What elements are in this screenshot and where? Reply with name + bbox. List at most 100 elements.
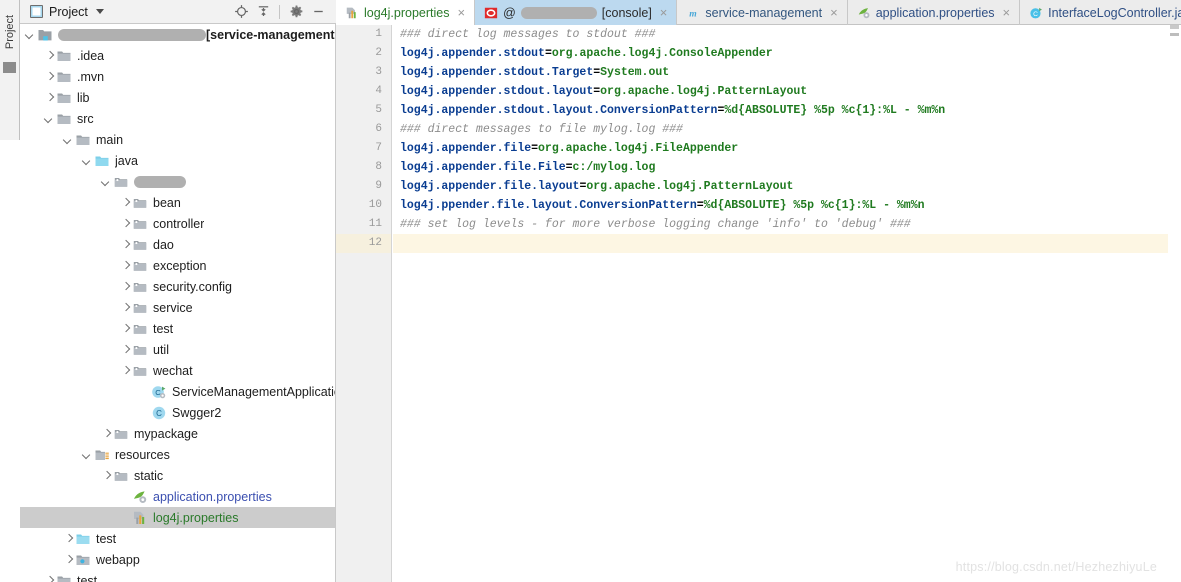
editor-tab[interactable]: C InterfaceLogController.ja (1020, 0, 1181, 25)
line-number: 3 (375, 66, 382, 78)
collapse-all-icon[interactable] (253, 2, 273, 22)
chevron-down-icon[interactable] (81, 154, 94, 167)
java-class-run-icon: C (151, 384, 167, 400)
editor-tab-bar[interactable]: log4j.properties × @ [console] × m service-man… (336, 0, 1181, 25)
tree-row-label: controller (153, 216, 205, 231)
tree-row[interactable]: .mvn (20, 66, 335, 87)
property-value: c:/mylog.log (572, 161, 656, 174)
tree-row-label: static (134, 468, 164, 483)
tree-row[interactable]: util (20, 339, 335, 360)
chevron-down-icon[interactable] (100, 175, 113, 188)
tree-row[interactable]: bean (20, 192, 335, 213)
chevron-right-icon[interactable] (119, 280, 132, 293)
tree-row[interactable]: log4j.properties (20, 507, 335, 528)
tree-row[interactable]: test (20, 318, 335, 339)
chevron-right-icon[interactable] (119, 301, 132, 314)
line-number: 5 (375, 104, 382, 116)
tree-row[interactable]: test (20, 570, 335, 582)
editor-tab[interactable]: log4j.properties × (336, 0, 476, 25)
tree-row[interactable]: lib (20, 87, 335, 108)
package-icon (113, 426, 129, 442)
close-icon[interactable]: × (457, 6, 465, 19)
chevron-right-icon[interactable] (119, 343, 132, 356)
chevron-down-icon[interactable] (62, 133, 75, 146)
chevron-down-icon[interactable] (95, 9, 104, 14)
chevron-down-icon[interactable] (81, 448, 94, 461)
folder-webapp-icon (75, 552, 91, 568)
chevron-right-icon[interactable] (119, 364, 132, 377)
tree-row[interactable]: service (20, 297, 335, 318)
project-panel-header: Project (20, 0, 336, 24)
java-class-icon: C (151, 405, 167, 421)
tree-row[interactable]: controller (20, 213, 335, 234)
code-line[interactable]: ### set log levels - for more verbose lo… (393, 215, 1181, 234)
chevron-right-icon[interactable] (43, 70, 56, 83)
code-line[interactable]: log4j.appender.stdout=org.apache.log4j.C… (393, 44, 1181, 63)
code-line[interactable]: log4j.appender.stdout.layout.ConversionP… (393, 101, 1181, 120)
settings-gear-icon[interactable] (286, 2, 306, 22)
tree-row[interactable]: .idea (20, 45, 335, 66)
chevron-right-icon[interactable] (62, 553, 75, 566)
tree-row[interactable]: wechat (20, 360, 335, 381)
project-view-icon (30, 5, 43, 18)
code-line[interactable]: log4j.ppender.file.layout.ConversionPatt… (393, 196, 1181, 215)
tree-row[interactable]: mypackage (20, 423, 335, 444)
tree-row[interactable]: test (20, 528, 335, 549)
editor-tab[interactable]: application.properties × (848, 0, 1021, 25)
editor-tab[interactable]: m service-management × (677, 0, 848, 25)
code-line[interactable]: log4j.appender.stdout.Target=System.out (393, 63, 1181, 82)
locate-icon[interactable] (231, 2, 251, 22)
chevron-right-icon[interactable] (119, 217, 132, 230)
tree-row[interactable]: dao (20, 234, 335, 255)
code-line[interactable] (393, 234, 1181, 253)
editor-area[interactable]: 1 2 3 4 5 6 7 8 9 10 11 12 ### direct log messages … (336, 25, 1181, 582)
tree-row[interactable]: C ServiceManagementApplication (20, 381, 335, 402)
chevron-right-icon[interactable] (119, 322, 132, 335)
chevron-right-icon[interactable] (43, 574, 56, 582)
property-equals: = (696, 199, 704, 212)
editor-code-content[interactable]: ### direct log messages to stdout ### log… (393, 25, 1181, 582)
tree-row[interactable]: java (20, 150, 335, 171)
code-line[interactable]: ### direct log messages to stdout ### (393, 25, 1181, 44)
project-view-selector[interactable]: Project (30, 5, 104, 19)
editor-tab[interactable]: @ [console] × (475, 0, 678, 25)
code-line[interactable]: log4j.appender.file.layout=org.apache.lo… (393, 177, 1181, 196)
chevron-right-icon[interactable] (119, 196, 132, 209)
project-tree[interactable]: [service-management .idea .mvn lib src main ja… (20, 24, 336, 582)
chevron-right-icon[interactable] (119, 259, 132, 272)
editor-vertical-scrollbar[interactable] (1168, 25, 1181, 582)
code-line[interactable]: log4j.appender.file.File=c:/mylog.log (393, 158, 1181, 177)
chevron-down-icon[interactable] (24, 28, 37, 41)
tree-row-suffix: [service-management (206, 27, 335, 42)
tree-row[interactable]: src (20, 108, 335, 129)
close-icon[interactable]: × (660, 6, 668, 19)
tree-row[interactable]: application.properties (20, 486, 335, 507)
code-line[interactable]: log4j.appender.stdout.layout=org.apache.… (393, 82, 1181, 101)
chevron-right-icon[interactable] (43, 91, 56, 104)
close-icon[interactable]: × (1003, 6, 1011, 19)
tree-row[interactable]: resources (20, 444, 335, 465)
chevron-right-icon[interactable] (43, 49, 56, 62)
chevron-down-icon[interactable] (43, 112, 56, 125)
code-line[interactable]: log4j.appender.file=org.apache.log4j.Fil… (393, 139, 1181, 158)
run-console-icon (484, 6, 498, 20)
tree-row[interactable]: security.config (20, 276, 335, 297)
code-line[interactable]: ### direct messages to file mylog.log ##… (393, 120, 1181, 139)
chevron-right-icon[interactable] (62, 532, 75, 545)
tree-row[interactable]: webapp (20, 549, 335, 570)
chevron-right-icon[interactable] (100, 469, 113, 482)
chevron-right-icon[interactable] (119, 238, 132, 251)
scrollbar-thumb[interactable] (1170, 25, 1179, 29)
tree-row[interactable]: C Swgger2 (20, 402, 335, 423)
chevron-right-icon[interactable] (100, 427, 113, 440)
tree-row[interactable]: [service-management (20, 24, 335, 45)
close-icon[interactable]: × (830, 6, 838, 19)
tree-row[interactable]: static (20, 465, 335, 486)
tree-row[interactable]: main (20, 129, 335, 150)
tree-row[interactable] (20, 171, 335, 192)
tree-row[interactable]: exception (20, 255, 335, 276)
tree-row-label: resources (115, 447, 170, 462)
tool-window-button-project[interactable]: Project (0, 0, 20, 64)
hide-panel-icon[interactable] (308, 2, 328, 22)
tree-row-label: test (153, 321, 174, 336)
